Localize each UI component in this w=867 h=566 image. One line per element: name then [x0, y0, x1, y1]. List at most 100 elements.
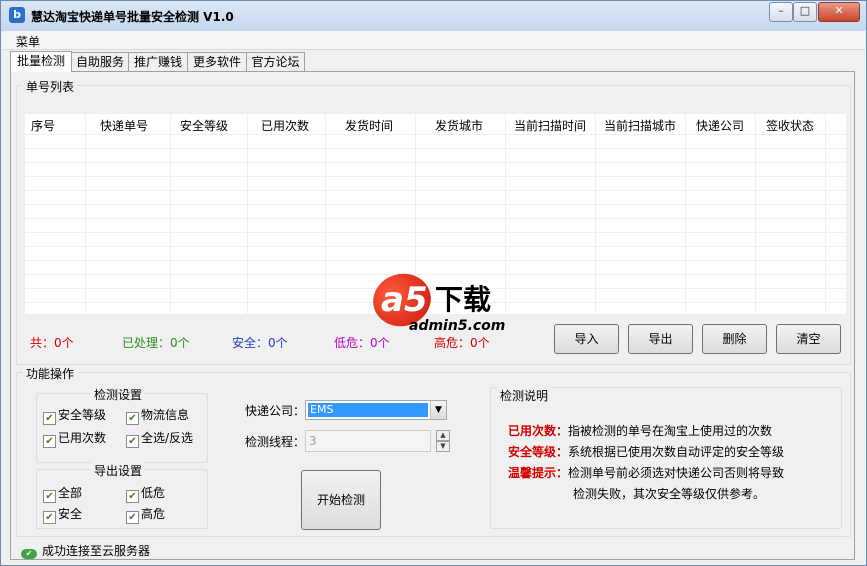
tab-promote[interactable]: 推广赚钱	[128, 52, 188, 71]
status-bar: ✔ 成功连接至云服务器	[21, 542, 150, 559]
check-settings-title: 检测设置	[91, 386, 146, 403]
spin-up-icon[interactable]: ▲	[436, 430, 450, 441]
window-title: 慧达淘宝快递单号批量安全检测 V1.0	[31, 10, 234, 24]
column-header-used-count[interactable]: 已用次数	[261, 117, 309, 134]
check-settings-group: 检测设置 ✔ 安全等级 ✔ 物流信息 ✔ 已用次数 ✔ 全选/反选	[36, 386, 208, 463]
column-divider	[325, 114, 326, 314]
column-header-courier[interactable]: 快递公司	[696, 117, 744, 134]
watermark-site: admin5.com	[409, 318, 506, 334]
checkbox-box[interactable]: ✔	[43, 412, 56, 425]
checkbox-box[interactable]: ✔	[126, 435, 139, 448]
table-row	[25, 176, 846, 177]
cloud-check-icon: ✔	[21, 549, 37, 559]
order-list-title: 单号列表	[23, 78, 78, 95]
column-divider	[755, 114, 756, 314]
menu-bar: 菜单	[2, 31, 865, 50]
maximize-button[interactable]: □	[793, 2, 817, 22]
tab-forum[interactable]: 官方论坛	[246, 52, 305, 71]
help-line: 检测失败，其次安全等级仅供参考。	[573, 485, 765, 502]
courier-label: 快递公司：	[245, 404, 306, 418]
checkbox-box[interactable]: ✔	[43, 490, 56, 503]
checkbox-label: 安全等级	[58, 408, 107, 422]
column-divider	[247, 114, 248, 314]
checkbox-box[interactable]: ✔	[43, 435, 56, 448]
help-text: 检测失败，其次安全等级仅供参考。	[573, 487, 766, 501]
minimize-button[interactable]: –	[769, 2, 793, 22]
clear-button[interactable]: 清空	[776, 324, 841, 354]
start-check-button[interactable]: 开始检测	[301, 470, 381, 530]
column-divider	[85, 114, 86, 314]
column-divider	[825, 114, 826, 314]
help-line: 温馨提示：检测单号前必须选对快递公司否则将导致	[508, 464, 784, 481]
help-line: 安全等级：系统根据已使用次数自动评定的安全等级	[508, 443, 784, 460]
help-key: 安全等级：	[508, 445, 569, 459]
stat-low-risk: 低危：0个	[334, 336, 390, 350]
tab-more-software[interactable]: 更多软件	[187, 52, 247, 71]
checkbox-high-risk[interactable]: ✔ 高危	[126, 505, 165, 524]
column-header-tracking-no[interactable]: 快递单号	[100, 117, 148, 134]
app-window: b 慧达淘宝快递单号批量安全检测 V1.0 – □ ✕ 菜单 批量检测 自助服务…	[0, 0, 867, 566]
courier-selected-value: EMS	[308, 403, 428, 417]
stat-total: 共：0个	[30, 336, 74, 350]
checkbox-box[interactable]: ✔	[43, 511, 56, 524]
help-title: 检测说明	[497, 387, 552, 404]
column-header-scan-city[interactable]: 当前扫描城市	[604, 117, 676, 134]
threads-stepper[interactable]: 3	[305, 430, 431, 452]
function-title: 功能操作	[23, 365, 78, 382]
checkbox-logistics-info[interactable]: ✔ 物流信息	[126, 406, 189, 425]
status-text: 成功连接至云服务器	[42, 544, 151, 558]
table-row	[25, 148, 846, 149]
checkbox-label: 低危	[141, 486, 166, 500]
column-divider	[595, 114, 596, 314]
checkbox-used-count[interactable]: ✔ 已用次数	[43, 429, 106, 448]
chevron-down-icon[interactable]: ▼	[430, 401, 446, 419]
watermark-download: 下载	[435, 283, 492, 316]
menu-item[interactable]: 菜单	[16, 33, 40, 50]
checkbox-safe[interactable]: ✔ 安全	[43, 505, 82, 524]
spin-down-icon[interactable]: ▼	[436, 441, 450, 452]
order-list-group: 单号列表 序号 快递单号 安全等级 已用次数 发货时间 发货城市 当前扫描时间	[16, 78, 851, 365]
export-settings-group: 导出设置 ✔ 全部 ✔ 低危 ✔ 安全 ✔ 高危	[36, 462, 208, 529]
checkbox-all[interactable]: ✔ 全部	[43, 484, 82, 503]
help-key: 已用次数：	[508, 424, 569, 438]
column-header-ship-time[interactable]: 发货时间	[345, 117, 393, 134]
column-divider	[685, 114, 686, 314]
title-bar[interactable]: b 慧达淘宝快递单号批量安全检测 V1.0 – □ ✕	[1, 1, 866, 31]
export-button[interactable]: 导出	[628, 324, 693, 354]
threads-value: 3	[309, 434, 317, 448]
table-row	[25, 218, 846, 219]
checkbox-low-risk[interactable]: ✔ 低危	[126, 484, 165, 503]
checkbox-box[interactable]: ✔	[126, 511, 139, 524]
checkbox-label: 已用次数	[58, 431, 107, 445]
help-text: 检测单号前必须选对快递公司否则将导致	[568, 466, 785, 480]
column-header-index[interactable]: 序号	[31, 117, 55, 134]
checkbox-label: 安全	[58, 507, 83, 521]
checkbox-label: 全部	[58, 486, 83, 500]
help-text: 系统根据已使用次数自动评定的安全等级	[568, 445, 785, 459]
column-header-scan-time[interactable]: 当前扫描时间	[514, 117, 586, 134]
table-row	[25, 260, 846, 261]
help-text: 指被检测的单号在淘宝上使用过的次数	[568, 424, 773, 438]
function-group: 功能操作 检测设置 ✔ 安全等级 ✔ 物流信息 ✔ 已用次数 ✔ 全选/反选 导出设置 …	[16, 365, 851, 537]
courier-select[interactable]: EMS ▼	[305, 400, 447, 420]
checkbox-select-all[interactable]: ✔ 全选/反选	[126, 429, 193, 448]
column-header-sign-status[interactable]: 签收状态	[766, 117, 814, 134]
table-row	[25, 232, 846, 233]
tab-self-service[interactable]: 自助服务	[71, 52, 129, 71]
table-row	[25, 246, 846, 247]
close-button[interactable]: ✕	[818, 2, 860, 22]
checkbox-box[interactable]: ✔	[126, 412, 139, 425]
tab-batch-check[interactable]: 批量检测	[10, 51, 72, 72]
import-button[interactable]: 导入	[554, 324, 619, 354]
column-header-safety-level[interactable]: 安全等级	[180, 117, 228, 134]
delete-button[interactable]: 删除	[702, 324, 767, 354]
checkbox-safety-level[interactable]: ✔ 安全等级	[43, 406, 106, 425]
column-divider	[170, 114, 171, 314]
tab-panel: 单号列表 序号 快递单号 安全等级 已用次数 发货时间 发货城市 当前扫描时间	[10, 71, 855, 560]
export-settings-title: 导出设置	[91, 462, 146, 479]
help-line: 已用次数：指被检测的单号在淘宝上使用过的次数	[508, 422, 772, 439]
table-row	[25, 162, 846, 163]
checkbox-box[interactable]: ✔	[126, 490, 139, 503]
column-header-ship-city[interactable]: 发货城市	[435, 117, 483, 134]
stat-high-risk: 高危：0个	[434, 336, 490, 350]
